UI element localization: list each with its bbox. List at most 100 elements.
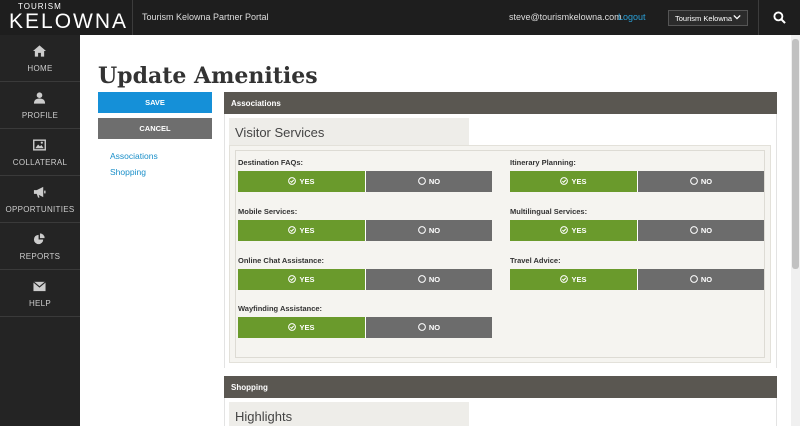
amenity-toggle-travel-advice: YES NO xyxy=(510,269,764,290)
image-icon xyxy=(33,139,46,151)
yes-option[interactable]: YES xyxy=(510,171,637,192)
save-button[interactable]: SAVE xyxy=(98,92,212,113)
scrollbar-thumb[interactable] xyxy=(792,39,799,269)
yes-label: YES xyxy=(299,323,315,332)
amenity-toggle-destination-faqs: YES NO xyxy=(238,171,492,192)
check-circle-icon xyxy=(560,226,569,234)
page-scrollbar[interactable] xyxy=(791,35,800,426)
amenity-toggle-multilingual-services: YES NO xyxy=(510,220,764,241)
no-label: NO xyxy=(428,226,441,235)
sidebar-item-label: PROFILE xyxy=(21,111,59,120)
tourism-kelowna-logo[interactable]: TOURISM KELOWNA xyxy=(9,2,127,33)
amenities-panel: Destination FAQs: YES NO Itinerary Plann… xyxy=(235,150,765,358)
empty-circle-icon xyxy=(417,226,426,234)
cancel-button[interactable]: CANCEL xyxy=(98,118,212,139)
empty-circle-icon xyxy=(417,275,426,283)
amenity-toggle-online-chat-assistance: YES NO xyxy=(238,269,492,290)
amenity-label: Destination FAQs: xyxy=(238,158,304,167)
empty-circle-icon xyxy=(417,177,426,185)
user-email: steve@tourismkelowna.com xyxy=(509,12,622,22)
no-label: NO xyxy=(700,226,713,235)
no-label: NO xyxy=(428,275,441,284)
amenity-label: Online Chat Assistance: xyxy=(238,256,324,265)
sidebar-item-label: OPPORTUNITIES xyxy=(5,205,75,214)
visitor-services-card: Destination FAQs: YES NO Itinerary Plann… xyxy=(229,145,771,363)
card-title-visitor-services: Visitor Services xyxy=(229,118,469,146)
user-icon xyxy=(33,92,46,104)
home-icon xyxy=(33,45,46,57)
check-circle-icon xyxy=(560,275,569,283)
sidebar-item-profile[interactable]: PROFILE xyxy=(0,82,80,129)
amenity-toggle-wayfinding-assistance: YES NO xyxy=(238,317,492,338)
no-label: NO xyxy=(428,323,441,332)
no-option[interactable]: NO xyxy=(365,269,492,290)
sidebar: HOME PROFILE COLLATERAL OPPORTUNITIES RE… xyxy=(0,35,80,426)
yes-option[interactable]: YES xyxy=(510,269,637,290)
no-label: NO xyxy=(428,177,441,186)
no-option[interactable]: NO xyxy=(637,269,764,290)
amenity-label: Itinerary Planning: xyxy=(510,158,576,167)
envelope-icon xyxy=(33,281,46,292)
sidebar-item-home[interactable]: HOME xyxy=(0,35,80,82)
section-header-shopping: Shopping xyxy=(224,376,777,398)
yes-option[interactable]: YES xyxy=(238,171,365,192)
page-title: Update Amenities xyxy=(98,63,318,89)
organization-select[interactable]: Tourism Kelowna xyxy=(668,10,748,26)
portal-title: Tourism Kelowna Partner Portal xyxy=(142,12,269,22)
anchor-link-associations[interactable]: Associations xyxy=(110,151,158,161)
sidebar-item-opportunities[interactable]: OPPORTUNITIES xyxy=(0,176,80,223)
pie-chart-icon xyxy=(33,233,45,245)
no-option[interactable]: NO xyxy=(365,317,492,338)
check-circle-icon xyxy=(560,177,569,185)
no-option[interactable]: NO xyxy=(637,171,764,192)
yes-label: YES xyxy=(299,275,315,284)
yes-label: YES xyxy=(571,275,587,284)
megaphone-icon xyxy=(33,186,46,198)
no-option[interactable]: NO xyxy=(365,171,492,192)
card-title-highlights: Highlights xyxy=(229,402,469,426)
empty-circle-icon xyxy=(689,275,698,283)
yes-label: YES xyxy=(299,177,315,186)
yes-option[interactable]: YES xyxy=(238,269,365,290)
search-button[interactable] xyxy=(758,0,800,35)
search-icon xyxy=(773,11,786,24)
sidebar-item-reports[interactable]: REPORTS xyxy=(0,223,80,270)
empty-circle-icon xyxy=(689,177,698,185)
yes-option[interactable]: YES xyxy=(238,220,365,241)
yes-label: YES xyxy=(571,177,587,186)
no-label: NO xyxy=(700,275,713,284)
yes-label: YES xyxy=(571,226,587,235)
sidebar-item-label: HELP xyxy=(28,299,52,308)
amenity-label: Multilingual Services: xyxy=(510,207,588,216)
top-bar-divider xyxy=(132,0,133,35)
empty-circle-icon xyxy=(417,323,426,331)
no-label: NO xyxy=(700,177,713,186)
amenity-toggle-itinerary-planning: YES NO xyxy=(510,171,764,192)
sidebar-item-label: COLLATERAL xyxy=(12,158,68,167)
check-circle-icon xyxy=(288,275,297,283)
amenity-label: Wayfinding Assistance: xyxy=(238,304,323,313)
amenity-label: Mobile Services: xyxy=(238,207,298,216)
check-circle-icon xyxy=(288,323,297,331)
no-option[interactable]: NO xyxy=(637,220,764,241)
section-header-associations: Associations xyxy=(224,92,777,114)
yes-option[interactable]: YES xyxy=(238,317,365,338)
sidebar-item-label: HOME xyxy=(27,64,53,73)
logout-link[interactable]: Logout xyxy=(618,12,646,22)
anchor-link-shopping[interactable]: Shopping xyxy=(110,167,146,177)
sidebar-item-collateral[interactable]: COLLATERAL xyxy=(0,129,80,176)
amenity-label: Travel Advice: xyxy=(510,256,561,265)
check-circle-icon xyxy=(288,226,297,234)
check-circle-icon xyxy=(288,177,297,185)
yes-option[interactable]: YES xyxy=(510,220,637,241)
empty-circle-icon xyxy=(689,226,698,234)
no-option[interactable]: NO xyxy=(365,220,492,241)
sidebar-item-help[interactable]: HELP xyxy=(0,270,80,317)
amenity-toggle-mobile-services: YES NO xyxy=(238,220,492,241)
top-bar: TOURISM KELOWNA Tourism Kelowna Partner … xyxy=(0,0,800,35)
yes-label: YES xyxy=(299,226,315,235)
logo-big-text: KELOWNA xyxy=(9,10,129,33)
organization-select-value: Tourism Kelowna xyxy=(675,14,733,23)
chevron-down-icon xyxy=(733,13,741,23)
sidebar-item-label: REPORTS xyxy=(19,252,61,261)
